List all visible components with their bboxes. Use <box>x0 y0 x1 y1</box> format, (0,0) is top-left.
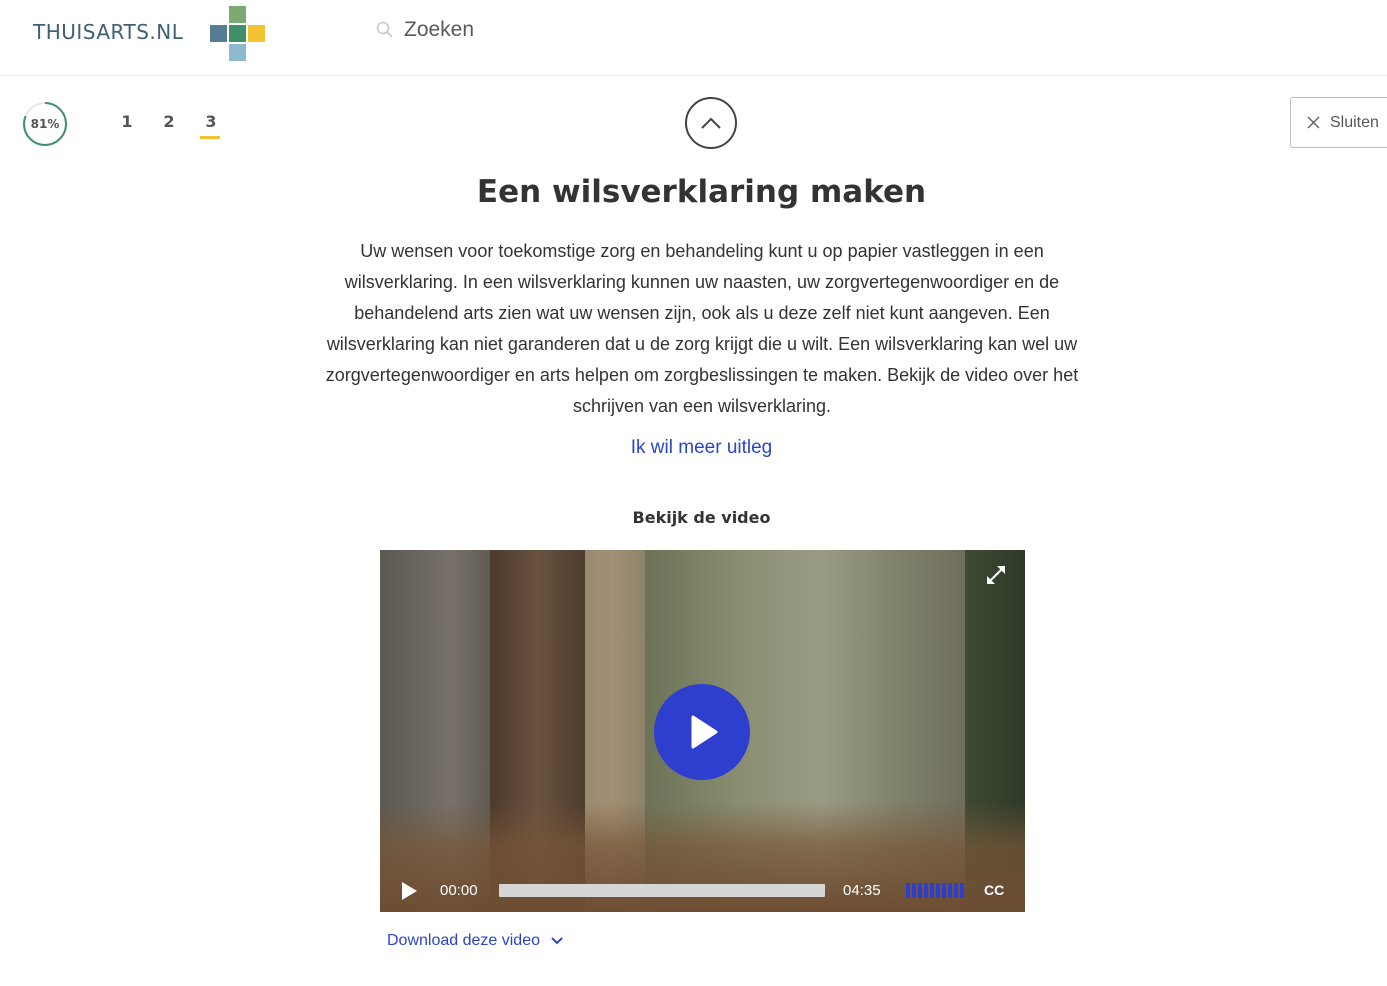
video-player[interactable]: 00:00 04:35 CC <box>380 550 1025 912</box>
play-icon[interactable] <box>400 881 418 901</box>
scroll-up-button[interactable] <box>685 97 737 149</box>
search-input[interactable]: Zoeken <box>376 18 474 42</box>
page-title: Een wilsverklaring maken <box>476 174 927 210</box>
volume-slider[interactable] <box>906 883 964 898</box>
video-heading: Bekijk de video <box>632 508 771 527</box>
play-button[interactable] <box>654 684 750 780</box>
video-controls: 00:00 04:35 CC <box>380 870 1025 912</box>
header: THUISARTS.NL Zoeken <box>0 0 1387 76</box>
close-icon <box>1307 116 1320 129</box>
close-button[interactable]: Sluiten <box>1290 97 1387 148</box>
download-video-link[interactable]: Download deze video <box>387 932 564 950</box>
close-label: Sluiten <box>1330 113 1379 131</box>
current-time: 00:00 <box>440 882 478 899</box>
chevron-down-icon <box>551 937 563 945</box>
seek-bar[interactable] <box>499 884 825 897</box>
step-2[interactable]: 2 <box>148 112 190 142</box>
step-navigation: 1 2 3 <box>106 112 232 142</box>
captions-button[interactable]: CC <box>984 882 1004 898</box>
intro-text: Uw wensen voor toekomstige zorg en behan… <box>325 241 1079 416</box>
step-1[interactable]: 1 <box>106 112 148 142</box>
play-icon <box>691 715 718 749</box>
total-time: 04:35 <box>843 882 881 899</box>
more-explanation-link[interactable]: Ik wil meer uitleg <box>0 437 1387 459</box>
expand-icon[interactable] <box>985 564 1007 586</box>
download-label: Download deze video <box>387 932 540 949</box>
search-placeholder: Zoeken <box>404 18 475 41</box>
logo-text: THUISARTS.NL <box>33 20 184 44</box>
logo[interactable]: THUISARTS.NL <box>33 4 265 61</box>
progress-percent: 81% <box>30 117 60 131</box>
step-3[interactable]: 3 <box>190 112 232 142</box>
chevron-up-icon <box>701 117 721 129</box>
logo-cross-icon <box>210 6 265 61</box>
search-icon <box>376 21 393 38</box>
